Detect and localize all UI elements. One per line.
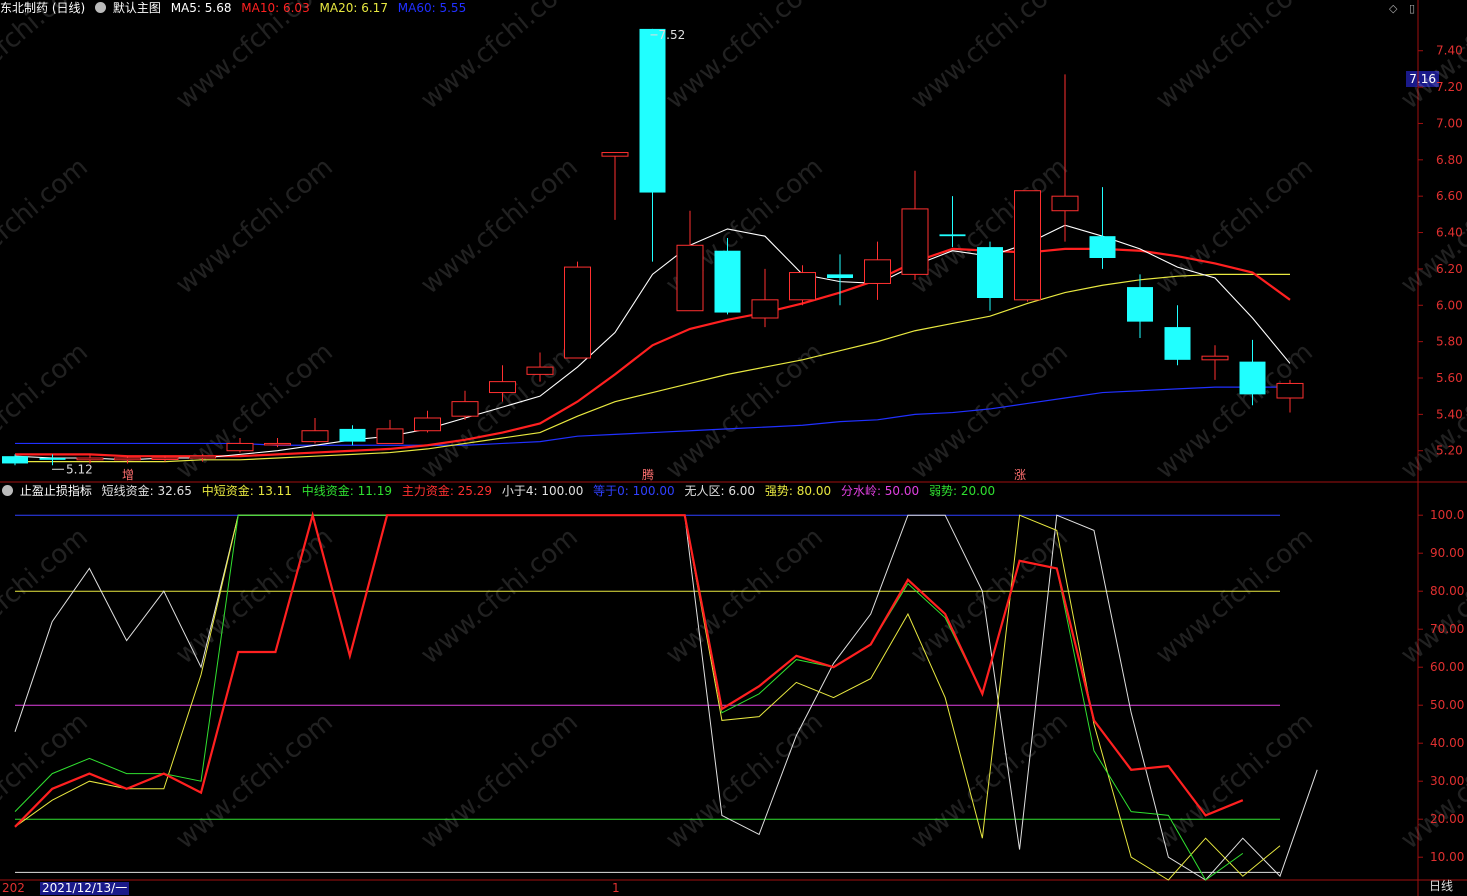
- watermark-text: www.cfchi.com: [170, 707, 339, 855]
- candle-body: [76, 457, 104, 461]
- watermark-text: www.cfchi.com: [415, 0, 584, 115]
- price-tick-label: 5.80: [1436, 335, 1463, 349]
- watermark-text: www.cfchi.com: [660, 522, 829, 670]
- watermark-text: www.cfchi.com: [170, 522, 339, 670]
- indicator-tick-label: 100.0: [1430, 508, 1464, 522]
- candle-body: [1201, 355, 1229, 361]
- price-tick-label: 6.00: [1436, 298, 1463, 312]
- watermark-text: www.cfchi.com: [415, 707, 584, 855]
- candle-body: [451, 401, 479, 417]
- indicator-tick-label: 70.00: [1430, 622, 1464, 636]
- price-tick-label: 7.40: [1436, 44, 1463, 58]
- watermark-text: www.cfchi.com: [1150, 522, 1319, 670]
- kline-chart[interactable]: www.cfchi.com www.cfchi.com www.cfchi.com w…: [0, 0, 1467, 896]
- candle-body: [751, 299, 779, 319]
- watermark-text: www.cfchi.com: [170, 337, 339, 485]
- candle-body: [301, 430, 329, 443]
- watermark-text: www.cfchi.com: [0, 152, 94, 300]
- watermark-text: www.cfchi.com: [415, 337, 584, 485]
- watermark-text: www.cfchi.com: [0, 0, 94, 115]
- date-prefix: 202: [2, 881, 25, 895]
- watermark-text: www.cfchi.com: [905, 337, 1074, 485]
- indicator-tick-label: 90.00: [1430, 546, 1464, 560]
- candle-body: [1051, 195, 1079, 212]
- main-fund-line: [14, 510, 1244, 828]
- watermark-text: www.cfchi.com: [660, 0, 829, 115]
- indicator-tick-label: 10.00: [1430, 850, 1464, 864]
- watermark-text: www.cfchi.com: [660, 707, 829, 855]
- price-tick-label: 7.20: [1436, 80, 1463, 94]
- high-price-label: 7.52: [659, 28, 686, 42]
- candle-body: [1164, 327, 1191, 360]
- watermark-text: www.cfchi.com: [905, 0, 1074, 115]
- watermark-text: www.cfchi.com: [0, 522, 94, 670]
- watermark-text: www.cfchi.com: [1150, 707, 1319, 855]
- price-tick-label: 5.40: [1436, 407, 1463, 421]
- candle-body: [939, 234, 966, 237]
- price-tick-label: 6.60: [1436, 189, 1463, 203]
- price-tick-label: 6.20: [1436, 262, 1463, 276]
- date-cursor-label: 2021/12/13/一: [40, 881, 130, 895]
- watermark-text: www.cfchi.com: [170, 152, 339, 300]
- candle-body: [39, 458, 66, 460]
- candle-body: [489, 381, 516, 394]
- candle-body: [789, 272, 816, 301]
- indicator-tick-label: 50.00: [1430, 698, 1464, 712]
- candle-body: [1089, 236, 1116, 258]
- indicator-tick-label: 40.00: [1430, 736, 1464, 750]
- watermark-text: www.cfchi.com: [170, 0, 339, 115]
- price-tick-label: 5.20: [1436, 444, 1463, 458]
- candle-body: [1127, 287, 1153, 322]
- signal-marker-zhang: 涨: [1014, 468, 1027, 482]
- candle-body: [1239, 361, 1266, 395]
- watermark-text: www.cfchi.com: [905, 522, 1074, 670]
- watermark-text: www.cfchi.com: [415, 152, 584, 300]
- watermark-text: www.cfchi.com: [0, 707, 94, 855]
- candle-body: [676, 244, 704, 312]
- low-price-label: 5.12: [66, 462, 93, 476]
- watermark-text: www.cfchi.com: [415, 522, 584, 670]
- candle-body: [226, 442, 254, 452]
- candle-body: [339, 428, 366, 442]
- candle-body: [977, 247, 1003, 298]
- indicator-tick-label: 60.00: [1430, 660, 1464, 674]
- axis-mark: 1: [612, 881, 620, 895]
- candle-body: [526, 366, 554, 375]
- candle-body: [2, 456, 28, 464]
- candle-body: [827, 274, 853, 278]
- price-tick-label: 6.40: [1436, 226, 1463, 240]
- watermark-text: www.cfchi.com: [1150, 152, 1319, 300]
- price-tick-label: 6.80: [1436, 153, 1463, 167]
- candle-body: [1014, 190, 1041, 301]
- signal-marker-teng: 腾: [642, 468, 655, 482]
- indicator-tick-label: 80.00: [1430, 584, 1464, 598]
- watermark-text: www.cfchi.com: [905, 707, 1074, 855]
- candle-body: [264, 442, 291, 446]
- candle-body: [189, 455, 216, 459]
- candle-body: [151, 457, 179, 460]
- candle-body: [376, 428, 404, 444]
- candle-body: [601, 152, 629, 157]
- candle-body: [414, 417, 441, 432]
- watermark-text: www.cfchi.com: [1150, 0, 1319, 115]
- timeframe-label[interactable]: 日线: [1429, 877, 1453, 894]
- indicator-tick-label: 30.00: [1430, 774, 1464, 788]
- candle-body: [1276, 382, 1304, 399]
- candle-body: [639, 28, 666, 193]
- price-tick-label: 5.60: [1436, 371, 1463, 385]
- candle-body: [564, 266, 591, 359]
- signal-marker-zeng: 增: [122, 468, 135, 482]
- candle-body: [864, 259, 891, 284]
- price-tick-label: 7.00: [1436, 116, 1463, 130]
- candle-body: [114, 457, 141, 461]
- candle-body: [901, 208, 929, 275]
- indicator-tick-label: 20.00: [1430, 812, 1464, 826]
- candle-body: [714, 250, 741, 313]
